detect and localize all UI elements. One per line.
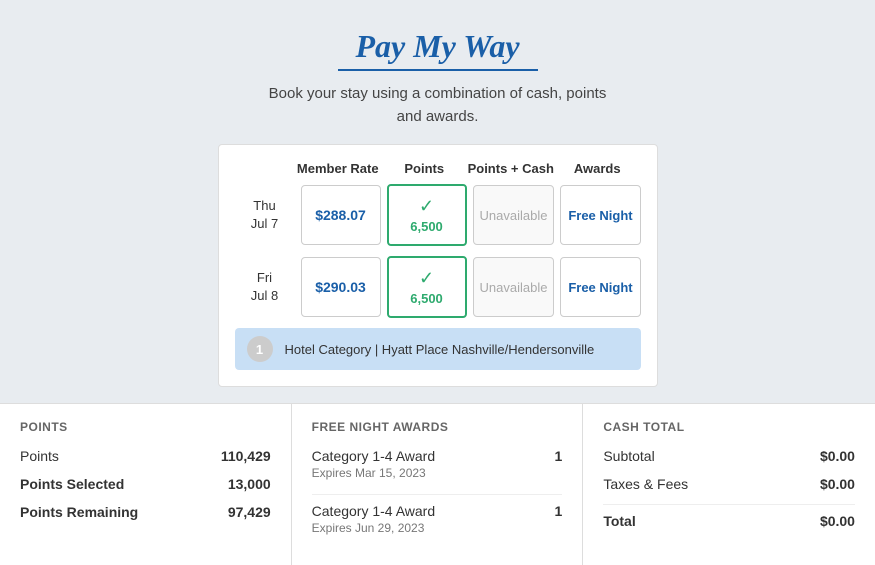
cash-divider <box>603 504 855 505</box>
table-row: Fri Jul 8 $290.03 ✓ 6,500 Unavailable Fr… <box>235 256 641 318</box>
points-cell-row2[interactable]: ✓ 6,500 <box>387 256 467 318</box>
subtitle: Book your stay using a combination of ca… <box>20 83 855 128</box>
member-rate-row1[interactable]: $288.07 <box>301 185 381 245</box>
col-empty <box>235 161 295 176</box>
cash-value-1: $0.00 <box>820 476 855 492</box>
points-value-row1: 6,500 <box>410 219 443 234</box>
points-panel-title: POINTS <box>20 420 271 434</box>
points-cell-row1[interactable]: ✓ 6,500 <box>387 184 467 246</box>
col-points-cash-header: Points + Cash <box>468 161 555 176</box>
divider <box>312 494 563 495</box>
page-title: Pay My Way <box>20 28 855 65</box>
cash-panel-title: CASH TOTAL <box>603 420 855 434</box>
table-header: Member Rate Points Points + Cash Awards <box>235 161 641 176</box>
points-value-1: 13,000 <box>228 476 271 492</box>
rate-table: Member Rate Points Points + Cash Awards … <box>218 144 658 387</box>
points-cash-row1: Unavailable <box>473 185 555 245</box>
cash-row-1: Taxes & Fees $0.00 <box>603 476 855 492</box>
free-night-panel: FREE NIGHT AWARDS Category 1-4 Award 1 E… <box>292 404 584 565</box>
top-section: Pay My Way Book your stay using a combin… <box>0 0 875 403</box>
points-cash-row2: Unavailable <box>473 257 555 317</box>
col-points-header: Points <box>381 161 468 176</box>
cash-panel: CASH TOTAL Subtotal $0.00 Taxes & Fees $… <box>583 404 875 565</box>
free-night-award-0: Category 1-4 Award <box>312 448 435 464</box>
free-night-item-1: Category 1-4 Award 1 Expires Jun 29, 202… <box>312 503 563 535</box>
points-row-1: Points Selected 13,000 <box>20 476 271 492</box>
points-value-0: 110,429 <box>221 448 271 464</box>
bottom-section: POINTS Points 110,429 Points Selected 13… <box>0 403 875 565</box>
date-thu-jul7: Thu Jul 7 <box>235 197 295 233</box>
hotel-category-text: Hotel Category | Hyatt Place Nashville/H… <box>285 342 595 357</box>
cash-label-total: Total <box>603 513 635 529</box>
free-night-award-1: Category 1-4 Award <box>312 503 435 519</box>
points-label-2: Points Remaining <box>20 504 138 520</box>
points-row-0: Points 110,429 <box>20 448 271 464</box>
free-night-count-val-1: 1 <box>555 503 563 519</box>
hotel-category-bar: 1 Hotel Category | Hyatt Place Nashville… <box>235 328 641 370</box>
free-night-count-1: Category 1-4 Award 1 <box>312 503 563 519</box>
cash-value-total: $0.00 <box>820 513 855 529</box>
free-night-count-0: Category 1-4 Award 1 <box>312 448 563 464</box>
cash-value-0: $0.00 <box>820 448 855 464</box>
date-fri-jul8: Fri Jul 8 <box>235 269 295 305</box>
cash-row-total: Total $0.00 <box>603 513 855 529</box>
cash-row-0: Subtotal $0.00 <box>603 448 855 464</box>
points-value-2: 97,429 <box>228 504 271 520</box>
check-icon-row2: ✓ <box>419 268 434 289</box>
awards-row2[interactable]: Free Night <box>560 257 640 317</box>
title-underline <box>338 69 538 71</box>
free-night-expires-1: Expires Jun 29, 2023 <box>312 521 563 535</box>
points-label-0: Points <box>20 448 59 464</box>
free-night-item-0: Category 1-4 Award 1 Expires Mar 15, 202… <box>312 448 563 480</box>
category-badge: 1 <box>247 336 273 362</box>
points-value-row2: 6,500 <box>410 291 443 306</box>
col-awards-header: Awards <box>554 161 641 176</box>
member-rate-row2[interactable]: $290.03 <box>301 257 381 317</box>
cash-label-0: Subtotal <box>603 448 654 464</box>
col-member-rate-header: Member Rate <box>295 161 382 176</box>
table-row: Thu Jul 7 $288.07 ✓ 6,500 Unavailable Fr… <box>235 184 641 246</box>
free-night-count-val-0: 1 <box>555 448 563 464</box>
points-panel: POINTS Points 110,429 Points Selected 13… <box>0 404 292 565</box>
cash-label-1: Taxes & Fees <box>603 476 688 492</box>
free-night-panel-title: FREE NIGHT AWARDS <box>312 420 563 434</box>
points-row-2: Points Remaining 97,429 <box>20 504 271 520</box>
free-night-expires-0: Expires Mar 15, 2023 <box>312 466 563 480</box>
check-icon-row1: ✓ <box>419 196 434 217</box>
awards-row1[interactable]: Free Night <box>560 185 640 245</box>
points-label-1: Points Selected <box>20 476 124 492</box>
